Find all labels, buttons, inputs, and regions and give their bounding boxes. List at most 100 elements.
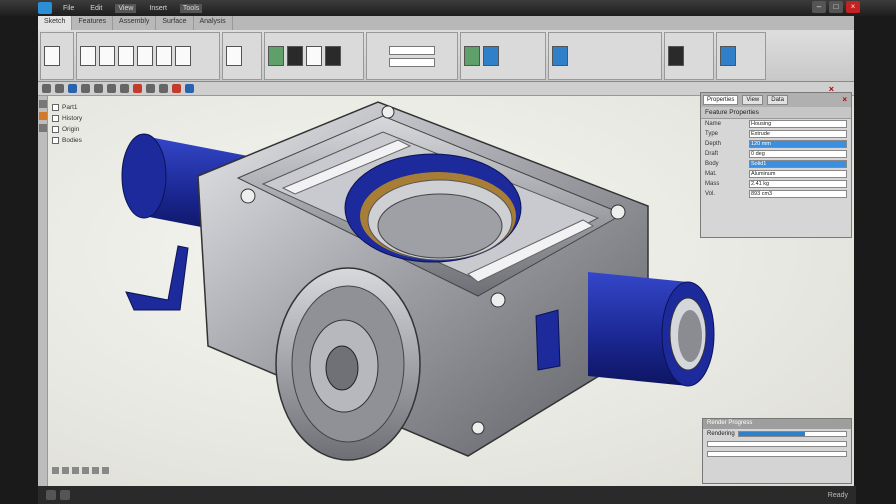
center-bore (344, 153, 522, 263)
model-tree: Part1 History Origin Bodies (52, 102, 162, 146)
loft-icon[interactable] (325, 46, 341, 66)
square-tool-icon[interactable] (99, 46, 115, 66)
tab-properties[interactable]: Properties (703, 95, 739, 105)
history-icon[interactable] (39, 112, 47, 120)
tab-surface[interactable]: Surface (156, 16, 194, 30)
maximize-button[interactable]: □ (829, 1, 843, 13)
tab-sketch[interactable]: Sketch (38, 16, 73, 30)
property-row[interactable]: Vol. 893 cm3 (701, 189, 851, 199)
funnel-icon[interactable] (483, 46, 499, 66)
property-row[interactable]: Name Housing (701, 119, 851, 129)
property-row[interactable]: Body Solid1 (701, 159, 851, 169)
tab-data[interactable]: Data (767, 95, 788, 105)
properties-title: Feature Properties (701, 107, 851, 119)
parameter-field-b[interactable] (389, 57, 435, 67)
parameter-field-a[interactable] (389, 45, 435, 55)
pan-icon[interactable] (81, 84, 90, 93)
orbit-icon[interactable] (62, 466, 69, 474)
ribbon-group-file (40, 32, 74, 80)
property-value[interactable]: 893 cm3 (749, 190, 847, 198)
sweep-icon[interactable] (306, 46, 322, 66)
tab-analysis[interactable]: Analysis (194, 16, 233, 30)
close-button[interactable]: × (846, 1, 860, 13)
right-bracket (535, 309, 561, 371)
zoom-icon[interactable] (94, 84, 103, 93)
property-value[interactable]: Aluminum (749, 170, 847, 178)
display-settings-icon[interactable] (92, 466, 99, 474)
section-icon[interactable] (146, 84, 155, 93)
new-file-icon[interactable] (44, 46, 60, 66)
rotate-icon[interactable] (107, 84, 116, 93)
menu-view[interactable]: View (115, 3, 137, 13)
tab-view[interactable]: View (742, 95, 764, 105)
ribbon-groups (38, 30, 856, 82)
properties-tabs: Properties View Data × (701, 93, 851, 107)
menu-tools[interactable]: Tools (179, 3, 203, 13)
surface-tool-icon[interactable] (552, 46, 568, 66)
property-row[interactable]: Mass 2.41 kg (701, 179, 851, 189)
fit-view-icon[interactable] (120, 84, 129, 93)
browser-icon[interactable] (39, 100, 47, 108)
property-value[interactable]: Extrude (749, 130, 847, 138)
grid-icon[interactable] (159, 84, 168, 93)
layers-icon[interactable] (185, 84, 194, 93)
grid-toggle-icon[interactable] (102, 466, 109, 474)
select-icon[interactable] (68, 84, 77, 93)
property-row[interactable]: Mat. Aluminum (701, 169, 851, 179)
settings-icon[interactable] (60, 490, 70, 500)
revolve-icon[interactable] (287, 46, 303, 66)
property-row[interactable]: Draft 0 deg (701, 149, 851, 159)
status-icon[interactable] (46, 490, 56, 500)
ribbon-group-params (366, 32, 458, 80)
redo-icon[interactable] (55, 84, 64, 93)
rectangle-tool-icon[interactable] (80, 46, 96, 66)
property-name: Vol. (705, 191, 716, 197)
tree-item[interactable]: Part1 (52, 102, 162, 113)
frame-tool-icon[interactable] (118, 46, 134, 66)
panel-close-icon[interactable]: × (842, 95, 847, 105)
property-value[interactable]: 2.41 kg (749, 180, 847, 188)
copy-tool-icon[interactable] (156, 46, 172, 66)
minimize-button[interactable]: – (812, 1, 826, 13)
measure-tool-icon[interactable] (175, 46, 191, 66)
property-row[interactable]: Depth 120 mm (701, 139, 851, 149)
render-cone-icon[interactable] (668, 46, 684, 66)
property-value[interactable]: 120 mm (749, 140, 847, 148)
tree-item-label: Origin (62, 126, 80, 133)
property-name: Depth (705, 141, 722, 147)
tab-assembly[interactable]: Assembly (113, 16, 157, 30)
color-icon[interactable] (172, 84, 181, 93)
tree-item[interactable]: History (52, 113, 162, 124)
property-value[interactable]: 0 deg (749, 150, 847, 158)
zoom-window-icon[interactable] (82, 466, 89, 474)
menu-edit[interactable]: Edit (87, 4, 105, 13)
view-cube-icon[interactable] (226, 46, 242, 66)
properties-panel: Properties View Data × Feature Propertie… (700, 92, 852, 238)
menu-insert[interactable]: Insert (146, 4, 170, 13)
property-name: Mat. (705, 171, 717, 177)
layers-panel-icon[interactable] (39, 124, 47, 132)
part-icon (52, 104, 59, 111)
property-row[interactable]: Type Extrude (701, 129, 851, 139)
home-view-icon[interactable] (52, 466, 59, 474)
tab-features[interactable]: Features (72, 16, 114, 30)
tree-item[interactable]: Origin (52, 124, 162, 135)
property-value[interactable]: Solid1 (749, 160, 847, 168)
extrude-icon[interactable] (268, 46, 284, 66)
property-name: Body (705, 161, 719, 167)
property-value[interactable]: Housing (749, 120, 847, 128)
menu-file[interactable]: File (60, 4, 77, 13)
look-at-icon[interactable] (72, 466, 79, 474)
inspect-gear-icon[interactable] (464, 46, 480, 66)
app-logo-icon[interactable] (38, 2, 52, 14)
box-tool-icon[interactable] (137, 46, 153, 66)
display-mode-icon[interactable] (720, 46, 736, 66)
left-tool-strip (38, 96, 48, 486)
progress-dialog: Render Progress Rendering (702, 418, 852, 484)
title-bar: File Edit View Insert Tools – □ × (0, 0, 896, 16)
highlight-icon[interactable] (133, 84, 142, 93)
origin-icon (52, 126, 59, 133)
undo-icon[interactable] (42, 84, 51, 93)
left-bracket (125, 245, 189, 311)
tree-item[interactable]: Bodies (52, 135, 162, 146)
